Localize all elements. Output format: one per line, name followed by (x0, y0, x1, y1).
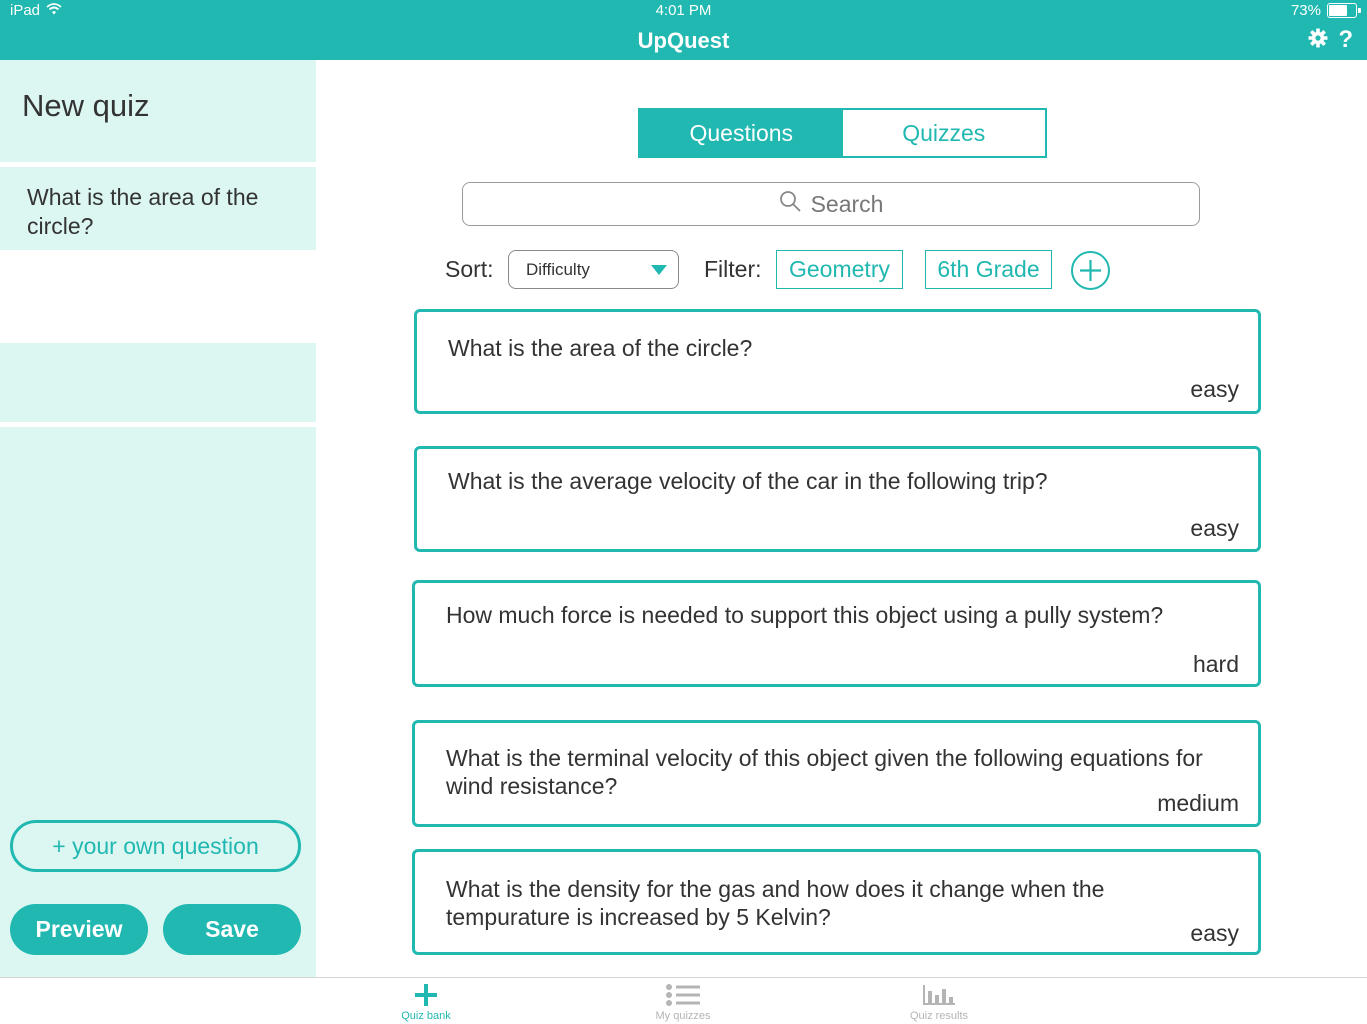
difficulty-label: medium (1157, 790, 1239, 816)
sidebar-question-item[interactable]: What is the area of the circle? (0, 167, 316, 250)
top-icons: ? (1308, 27, 1353, 53)
sidebar-question-text: What is the area of the circle? (27, 184, 259, 239)
add-own-question-button[interactable]: + your own question (10, 820, 301, 872)
tab-label: Quiz results (909, 1010, 969, 1022)
save-button[interactable]: Save (163, 904, 301, 955)
chevron-down-icon (651, 265, 667, 275)
difficulty-label: easy (1190, 376, 1239, 402)
battery-icon (1327, 3, 1361, 18)
app-title: UpQuest (637, 28, 730, 53)
plus-icon (415, 984, 437, 1006)
gear-icon[interactable] (1308, 28, 1328, 53)
search-icon (779, 190, 801, 218)
search-placeholder: Search (810, 190, 884, 217)
quiz-title-panel: New quiz (0, 60, 316, 162)
difficulty-label: easy (1190, 920, 1239, 946)
question-card[interactable]: What is the area of the circle? easy (414, 309, 1261, 414)
top-bar: iPad 4:01 PM 73% UpQuest ? (0, 0, 1367, 60)
tab-questions[interactable]: Questions (640, 110, 843, 156)
tab-quiz-results[interactable]: Quiz results (879, 983, 999, 1022)
view-tabs: Questions Quizzes (638, 108, 1047, 158)
sidebar-bottom-panel (0, 427, 316, 978)
tab-my-quizzes[interactable]: My quizzes (623, 983, 743, 1022)
question-text: What is the area of the circle? (448, 335, 753, 361)
question-text: How much force is needed to support this… (446, 602, 1164, 628)
status-time: 4:01 PM (655, 2, 712, 19)
question-text: What is the density for the gas and how … (446, 876, 1105, 930)
help-icon[interactable]: ? (1338, 27, 1353, 53)
battery-fill (1329, 5, 1347, 16)
bar-chart-icon (923, 985, 955, 1005)
difficulty-label: easy (1190, 515, 1239, 541)
filter-chip-grade[interactable]: 6th Grade (925, 250, 1052, 289)
plus-icon (1080, 260, 1101, 281)
tab-label: My quizzes (655, 1010, 711, 1022)
sort-label: Sort: (445, 256, 494, 282)
question-text: What is the average velocity of the car … (448, 468, 1048, 494)
question-text: What is the terminal velocity of this ob… (446, 745, 1203, 799)
tab-quiz-bank[interactable]: Quiz bank (366, 983, 486, 1022)
question-card[interactable]: What is the average velocity of the car … (414, 446, 1261, 552)
tab-label: Quiz bank (401, 1010, 451, 1022)
tab-quizzes[interactable]: Quizzes (842, 110, 1045, 156)
sort-dropdown[interactable]: Difficulty (508, 250, 679, 289)
add-filter-button[interactable] (1071, 251, 1110, 290)
list-icon (666, 984, 700, 1006)
battery-percent: 73% (1290, 2, 1321, 19)
difficulty-label: hard (1192, 651, 1239, 677)
sidebar-empty-slot (0, 343, 316, 422)
filter-label: Filter: (704, 256, 762, 282)
question-card[interactable]: What is the terminal velocity of this ob… (412, 720, 1261, 827)
sort-value: Difficulty (526, 260, 590, 279)
bottom-tab-bar: Quiz bank My quizzes Quiz results (0, 977, 1367, 1024)
question-card[interactable]: How much force is needed to support this… (412, 580, 1261, 687)
filter-chip-geometry[interactable]: Geometry (776, 250, 903, 289)
status-right: 73% (1290, 2, 1361, 19)
sidebar: New quiz What is the area of the circle?… (0, 60, 316, 978)
preview-button[interactable]: Preview (10, 904, 148, 955)
question-card[interactable]: What is the density for the gas and how … (412, 849, 1261, 955)
search-input[interactable]: Search (462, 182, 1200, 226)
quiz-title[interactable]: New quiz (22, 88, 150, 124)
